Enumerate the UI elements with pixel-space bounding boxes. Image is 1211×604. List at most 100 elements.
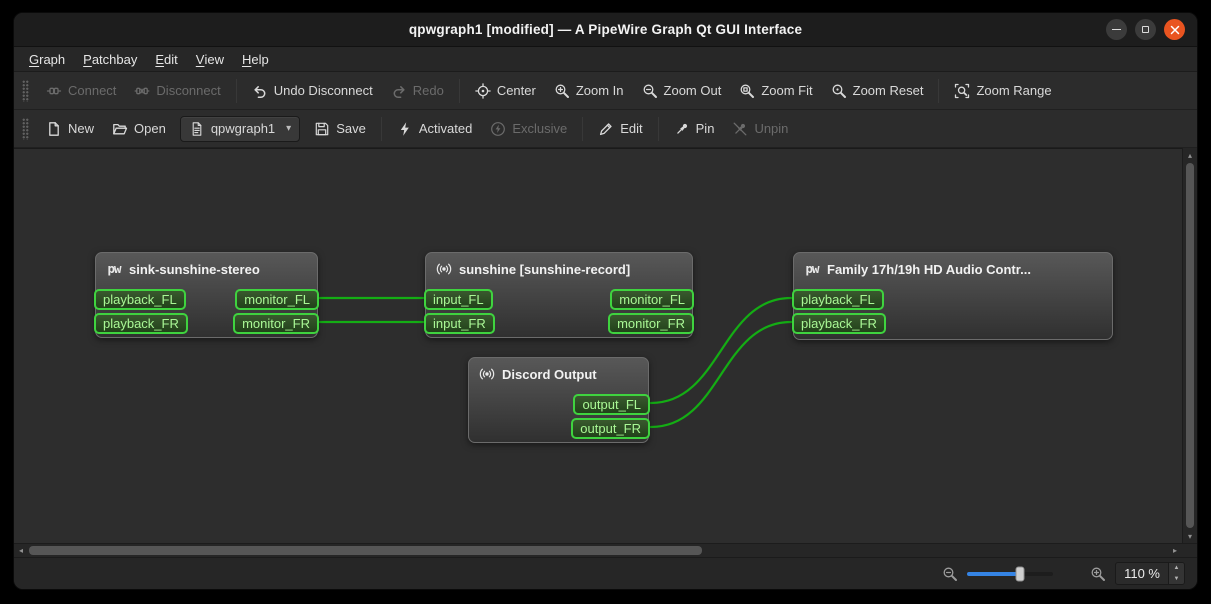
zoom-decrease-button[interactable]: ▼ bbox=[1169, 574, 1184, 585]
minimize-button[interactable] bbox=[1106, 19, 1127, 40]
activated-button[interactable]: Activated bbox=[389, 116, 480, 142]
open-label: Open bbox=[134, 121, 166, 136]
toolbar-separator bbox=[380, 116, 382, 141]
zoom-value: 110 % bbox=[1124, 566, 1160, 581]
node-discord-output[interactable]: Discord Output output_FL output_FR bbox=[468, 357, 650, 443]
port-discord-output-output-fl[interactable]: output_FL bbox=[573, 394, 650, 415]
zoom-in-button[interactable]: Zoom In bbox=[546, 78, 632, 104]
scroll-left-arrow-icon[interactable]: ◂ bbox=[14, 544, 28, 557]
horizontal-scrollbar[interactable]: ◂ ▸ bbox=[14, 544, 1182, 557]
menu-graph[interactable]: Graph bbox=[20, 47, 74, 71]
app-window: qpwgraph1 [modified] — A PipeWire Graph … bbox=[13, 12, 1198, 590]
open-icon bbox=[112, 121, 128, 137]
node-header: pw Family 17h/19h HD Audio Contr... bbox=[794, 253, 1112, 277]
port-sunshine-sunshine-record-input-fl[interactable]: input_FL bbox=[424, 289, 493, 310]
port-discord-output-output-fr[interactable]: output_FR bbox=[571, 418, 650, 439]
minimize-icon bbox=[1112, 28, 1121, 31]
disconnect-label: Disconnect bbox=[156, 83, 221, 98]
new-button[interactable]: New bbox=[38, 116, 102, 142]
scroll-right-arrow-icon[interactable]: ▸ bbox=[1168, 544, 1182, 557]
scroll-down-arrow-icon[interactable]: ▾ bbox=[1183, 529, 1197, 543]
unpin-button[interactable]: Unpin bbox=[724, 116, 796, 142]
toolbar-handle[interactable] bbox=[22, 117, 29, 140]
close-icon bbox=[1170, 25, 1179, 34]
menu-help[interactable]: Help bbox=[233, 47, 278, 71]
zoom-in-label: Zoom In bbox=[575, 83, 624, 98]
toolbar-handle[interactable] bbox=[22, 79, 29, 102]
port-sink-sunshine-stereo-monitor-fl[interactable]: monitor_FL bbox=[235, 289, 319, 310]
toolbar-separator bbox=[582, 116, 584, 141]
connect-label: Connect bbox=[68, 83, 117, 98]
undo-disconnect-button[interactable]: Undo Disconnect bbox=[244, 78, 381, 104]
patchbay-file-icon bbox=[189, 121, 205, 137]
zoom-in-icon bbox=[1090, 566, 1106, 582]
port-sunshine-sunshine-record-input-fr[interactable]: input_FR bbox=[424, 313, 495, 334]
graph-canvas[interactable]: pw sink-sunshine-stereo playback_FL playbac… bbox=[14, 148, 1182, 543]
save-label: Save bbox=[336, 121, 366, 136]
center-button[interactable]: Center bbox=[467, 78, 544, 104]
vertical-scrollbar-thumb[interactable] bbox=[1186, 163, 1194, 528]
zoom-out-icon bbox=[642, 83, 658, 99]
new-label: New bbox=[68, 121, 95, 136]
undo-disconnect-label: Undo Disconnect bbox=[273, 83, 373, 98]
close-button[interactable] bbox=[1164, 19, 1185, 40]
port-sink-sunshine-stereo-playback-fr[interactable]: playback_FR bbox=[94, 313, 188, 334]
menu-edit[interactable]: Edit bbox=[146, 47, 186, 71]
menu-view[interactable]: View bbox=[187, 47, 233, 71]
connect-icon bbox=[46, 83, 62, 99]
redo-icon bbox=[391, 83, 407, 99]
open-button[interactable]: Open bbox=[104, 116, 174, 142]
vertical-scrollbar[interactable]: ▴ ▾ bbox=[1182, 148, 1197, 543]
stream-icon bbox=[436, 261, 452, 277]
zoom-fit-label: Zoom Fit bbox=[761, 83, 813, 98]
zoom-slider[interactable] bbox=[967, 566, 1054, 582]
zoom-range-button[interactable]: Zoom Range bbox=[946, 78, 1059, 104]
window-title: qpwgraph1 [modified] — A PipeWire Graph … bbox=[408, 22, 803, 37]
pipewire-icon: pw bbox=[107, 260, 121, 276]
maximize-button[interactable] bbox=[1135, 19, 1156, 40]
scrollbar-corner bbox=[1182, 544, 1197, 557]
center-label: Center bbox=[496, 83, 536, 98]
pin-button[interactable]: Pin bbox=[666, 116, 723, 142]
zoom-increase-button[interactable]: ▲ bbox=[1169, 563, 1184, 574]
zoom-reset-button[interactable]: Zoom Reset bbox=[823, 78, 932, 104]
menu-patchbay[interactable]: Patchbay bbox=[74, 47, 146, 71]
node-sunshine-sunshine-record[interactable]: sunshine [sunshine-record] input_FL input_… bbox=[424, 252, 694, 338]
port-sink-sunshine-stereo-monitor-fr[interactable]: monitor_FR bbox=[233, 313, 319, 334]
horizontal-scrollbar-track[interactable] bbox=[28, 544, 1168, 557]
zoom-out-button[interactable]: Zoom Out bbox=[634, 78, 730, 104]
node-family-17h-19h-hd-audio-contr[interactable]: pw Family 17h/19h HD Audio Contr... playba… bbox=[792, 252, 1113, 340]
unpin-label: Unpin bbox=[754, 121, 789, 136]
zoom-fit-button[interactable]: Zoom Fit bbox=[731, 78, 820, 104]
activated-icon bbox=[397, 121, 413, 137]
horizontal-scrollbar-thumb[interactable] bbox=[29, 546, 702, 555]
port-sunshine-sunshine-record-monitor-fl[interactable]: monitor_FL bbox=[610, 289, 694, 310]
unpin-icon bbox=[732, 121, 748, 137]
zoom-out-label: Zoom Out bbox=[663, 83, 722, 98]
node-title: Discord Output bbox=[502, 366, 597, 382]
redo-button[interactable]: Redo bbox=[383, 78, 452, 104]
titlebar[interactable]: qpwgraph1 [modified] — A PipeWire Graph … bbox=[14, 13, 1197, 47]
dropdown-arrow-icon: ▾ bbox=[286, 123, 292, 134]
edit-button[interactable]: Edit bbox=[590, 116, 650, 142]
patchbay-select-combobox[interactable]: qpwgraph1 ▾ bbox=[179, 115, 301, 142]
zoom-slider-handle[interactable] bbox=[1015, 566, 1025, 581]
exclusive-button[interactable]: Exclusive bbox=[482, 116, 575, 142]
disconnect-button[interactable]: Disconnect bbox=[126, 78, 228, 104]
node-title: sink-sunshine-stereo bbox=[129, 261, 260, 277]
save-button[interactable]: Save bbox=[306, 116, 374, 142]
maximize-icon bbox=[1142, 26, 1149, 33]
scroll-up-arrow-icon[interactable]: ▴ bbox=[1183, 148, 1197, 162]
window-controls bbox=[1106, 13, 1185, 46]
pin-label: Pin bbox=[695, 121, 715, 136]
zoom-spinbox[interactable]: 110 % ▲ ▼ bbox=[1115, 562, 1185, 585]
port-sunshine-sunshine-record-monitor-fr[interactable]: monitor_FR bbox=[608, 313, 694, 334]
node-header: pw sink-sunshine-stereo bbox=[96, 253, 317, 277]
connect-button[interactable]: Connect bbox=[38, 78, 124, 104]
port-sink-sunshine-stereo-playback-fl[interactable]: playback_FL bbox=[94, 289, 186, 310]
port-family-17h-19h-hd-audio-contr-playback-fr[interactable]: playback_FR bbox=[792, 313, 886, 334]
spin-arrows: ▲ ▼ bbox=[1168, 563, 1184, 584]
node-sink-sunshine-stereo[interactable]: pw sink-sunshine-stereo playback_FLplaybac… bbox=[94, 252, 319, 338]
node-title: sunshine [sunshine-record] bbox=[459, 261, 631, 277]
port-family-17h-19h-hd-audio-contr-playback-fl[interactable]: playback_FL bbox=[792, 289, 884, 310]
